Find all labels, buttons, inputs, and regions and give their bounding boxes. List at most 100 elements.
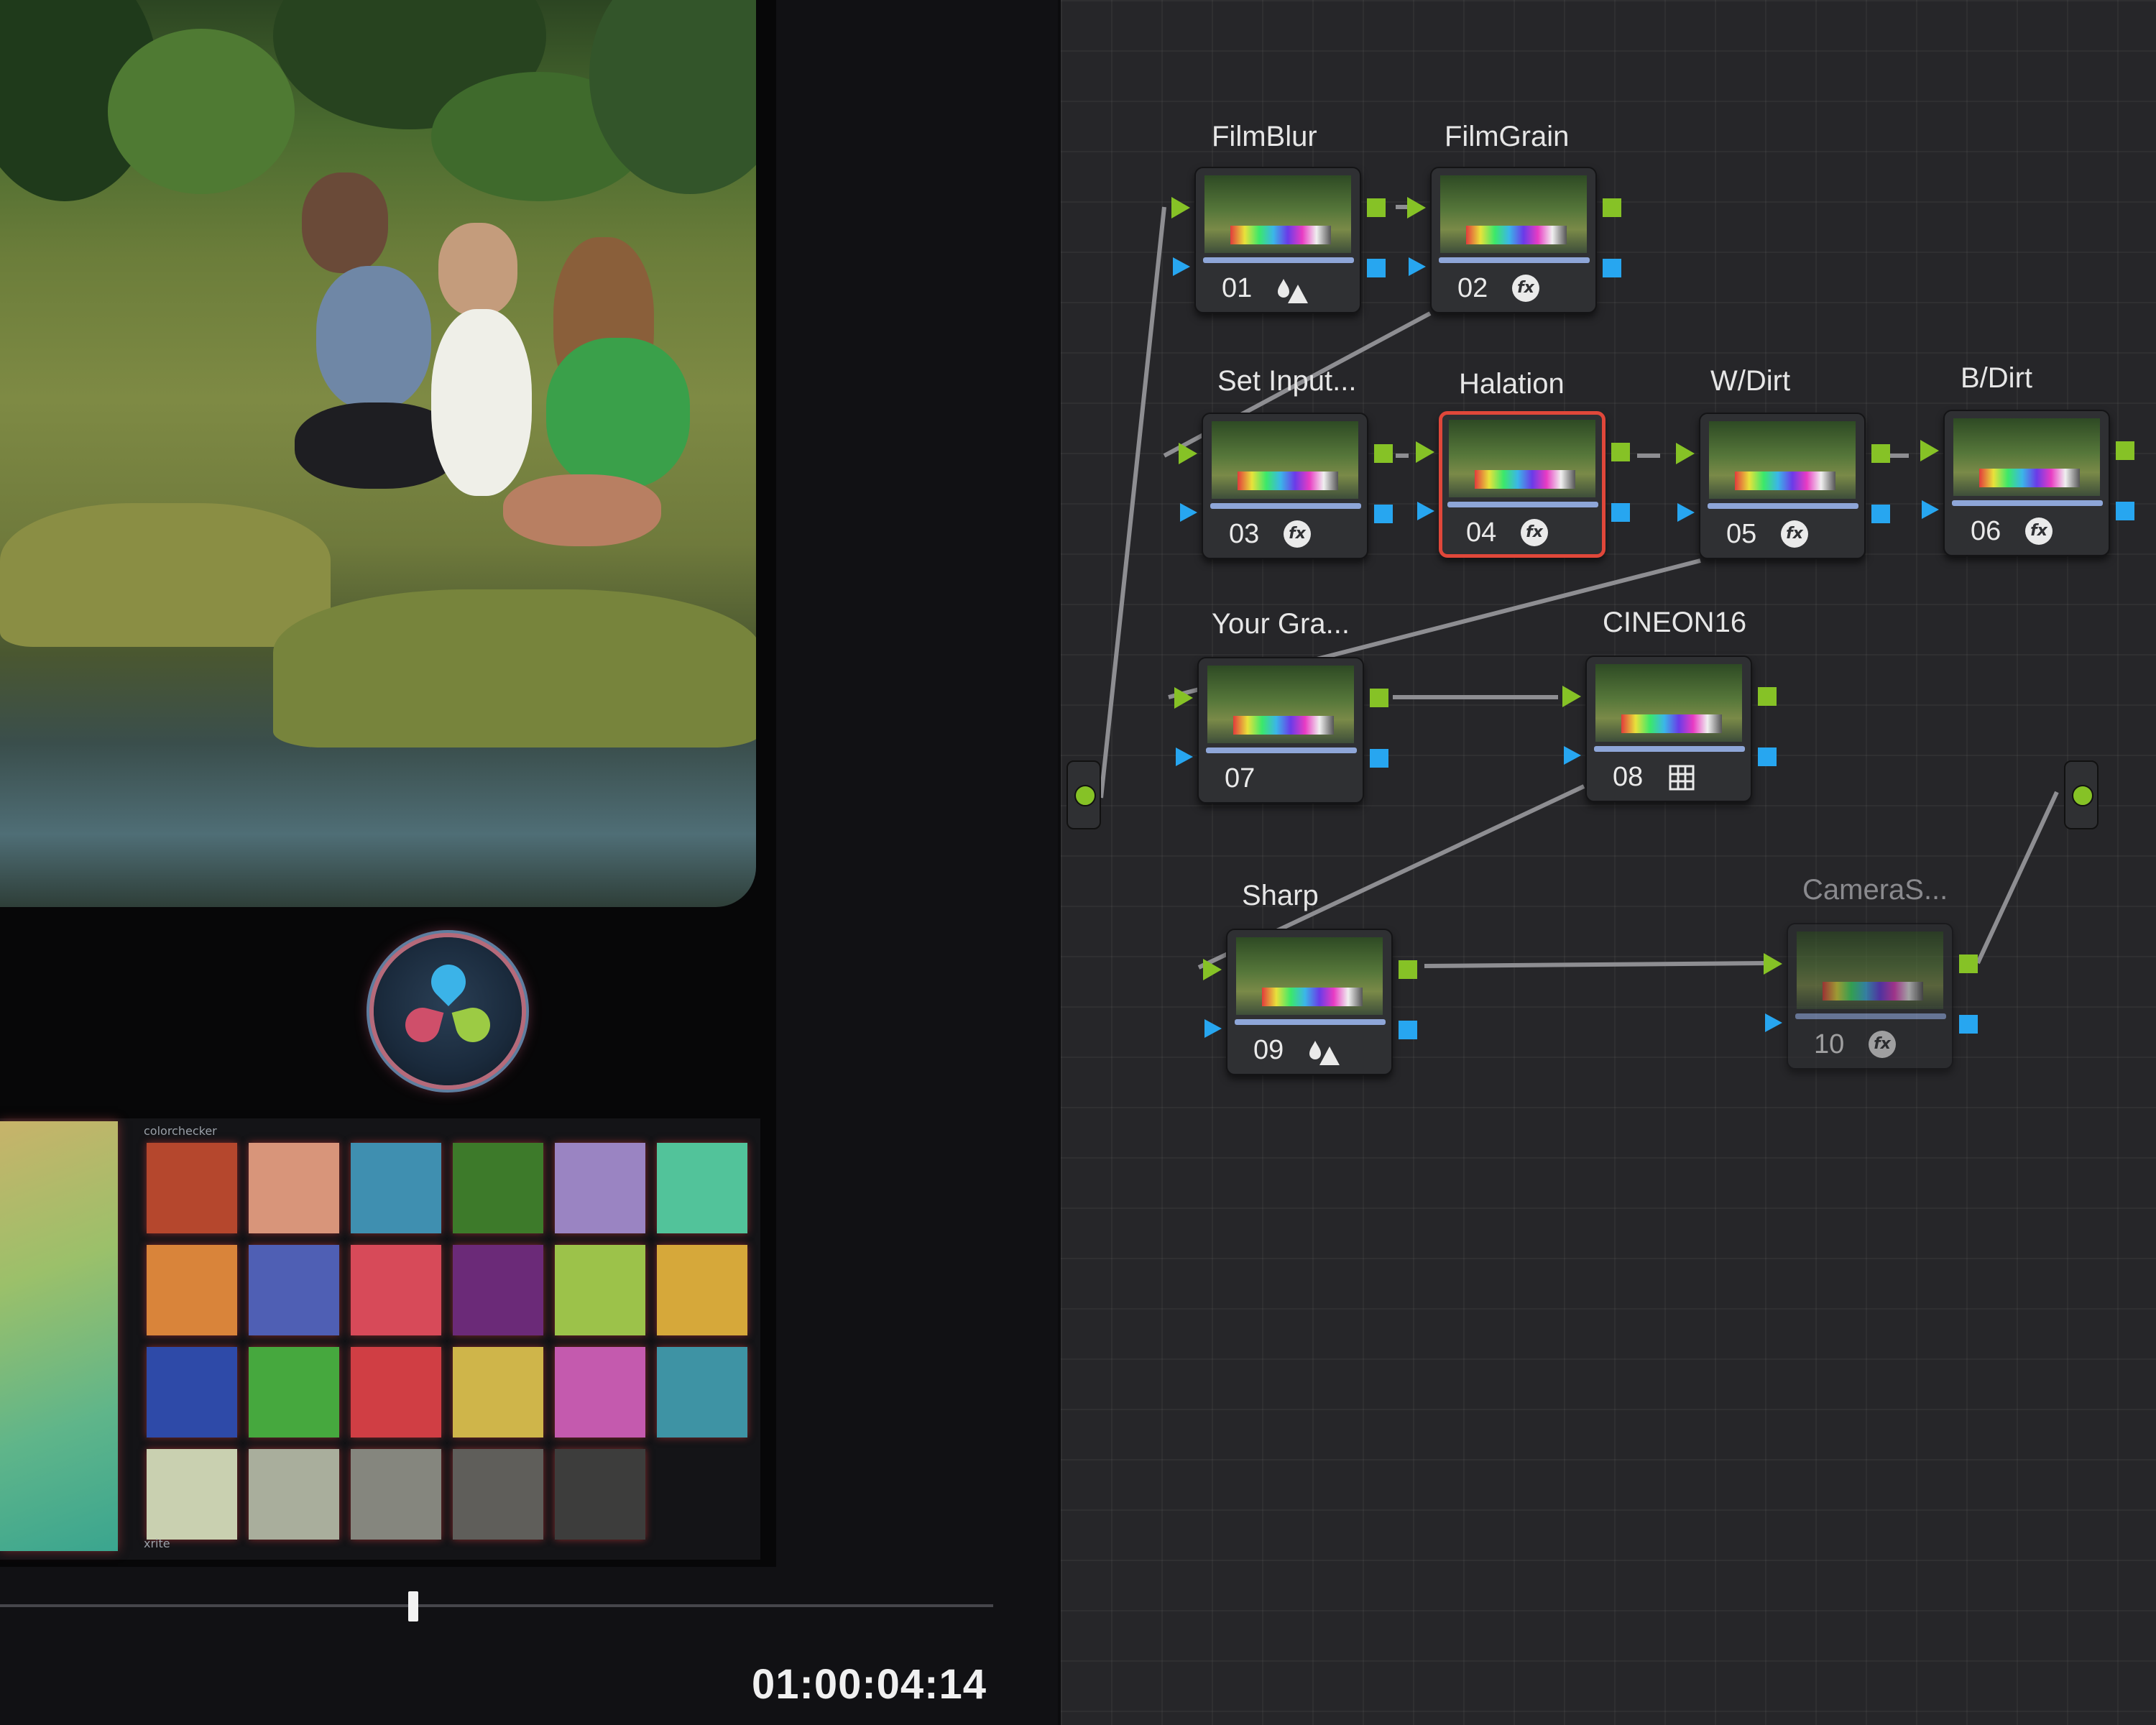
- node-label: Your Gra...: [1212, 608, 1350, 640]
- alpha-input-pin[interactable]: [1176, 748, 1193, 766]
- checker-swatch: [351, 1347, 441, 1438]
- node-05[interactable]: 05 fx: [1699, 413, 1866, 559]
- alpha-output-pin[interactable]: [1367, 259, 1386, 277]
- rgb-input-pin[interactable]: [1171, 197, 1190, 218]
- rgb-output-pin[interactable]: [1603, 198, 1621, 217]
- alpha-output-pin[interactable]: [1399, 1021, 1417, 1039]
- checker-swatch: [147, 1347, 237, 1438]
- gradient-swatch: [0, 1121, 118, 1551]
- rgb-input-pin[interactable]: [1416, 441, 1434, 463]
- checker-swatch: [351, 1245, 441, 1335]
- alpha-input-pin[interactable]: [1765, 1013, 1782, 1032]
- alpha-input-pin[interactable]: [1922, 500, 1939, 519]
- alpha-output-pin[interactable]: [1871, 505, 1890, 523]
- node-thumbnail: [1212, 421, 1358, 499]
- alpha-output-pin[interactable]: [1758, 748, 1777, 766]
- node-03[interactable]: 03 fx: [1202, 413, 1368, 559]
- node-thumbnail: [1595, 664, 1742, 742]
- rgb-input-pin[interactable]: [1764, 953, 1782, 975]
- rgb-output-pin[interactable]: [1871, 444, 1890, 463]
- node-status-bar: [1594, 746, 1745, 752]
- node-10[interactable]: 10 fx: [1787, 923, 1953, 1070]
- rgb-input-pin[interactable]: [1407, 197, 1426, 218]
- alpha-input-pin[interactable]: [1173, 257, 1190, 276]
- node-number: 02: [1457, 273, 1488, 303]
- resolve-logo-icon: [374, 937, 522, 1085]
- node-label: Sharp: [1242, 880, 1319, 911]
- alpha-input-pin[interactable]: [1409, 257, 1426, 276]
- viewer-image: [0, 0, 756, 907]
- checker-swatch: [249, 1245, 339, 1335]
- rgb-output-pin[interactable]: [2116, 441, 2134, 460]
- rgb-input-pin[interactable]: [1179, 443, 1197, 464]
- fx-icon: fx: [2025, 518, 2055, 548]
- node-09[interactable]: 09: [1226, 929, 1393, 1075]
- node-status-bar: [1235, 1019, 1386, 1025]
- viewer-frame[interactable]: colorchecker xrite: [0, 0, 776, 1567]
- node-number: 03: [1229, 519, 1260, 549]
- checker-swatch: [351, 1143, 441, 1233]
- rgb-input-pin[interactable]: [1174, 687, 1193, 709]
- node-06[interactable]: 06 fx: [1943, 410, 2110, 556]
- node-number: 04: [1466, 518, 1497, 548]
- checker-swatch: [249, 1143, 339, 1233]
- node-number: 09: [1253, 1035, 1284, 1065]
- node-01[interactable]: 01: [1194, 167, 1361, 313]
- checker-swatch: [453, 1347, 543, 1438]
- node-label: CameraS...: [1802, 874, 1948, 906]
- node-thumbnail: [1709, 421, 1856, 499]
- alpha-output-pin[interactable]: [1603, 259, 1621, 277]
- rgb-input-pin[interactable]: [1920, 440, 1939, 461]
- node-status-bar: [1439, 257, 1590, 263]
- drops-triangle-icon: [1308, 1036, 1340, 1067]
- checker-swatch: [147, 1245, 237, 1335]
- node-status-bar: [1206, 748, 1357, 753]
- input-dot-icon[interactable]: [1074, 785, 1096, 806]
- node-input-connector[interactable]: [1067, 760, 1101, 829]
- rgb-output-pin[interactable]: [1758, 687, 1777, 706]
- node-status-bar: [1795, 1013, 1946, 1019]
- alpha-output-pin[interactable]: [1374, 505, 1393, 523]
- checker-swatch: [657, 1347, 747, 1438]
- node-label: Halation: [1459, 368, 1565, 400]
- rgb-output-pin[interactable]: [1367, 198, 1386, 217]
- checker-swatch: [555, 1245, 645, 1335]
- alpha-output-pin[interactable]: [1370, 749, 1388, 768]
- rgb-output-pin[interactable]: [1611, 443, 1630, 461]
- alpha-input-pin[interactable]: [1180, 503, 1197, 522]
- checker-swatch: [555, 1449, 645, 1540]
- rgb-output-pin[interactable]: [1399, 960, 1417, 979]
- checker-swatch: [657, 1143, 747, 1233]
- rgb-input-pin[interactable]: [1203, 959, 1222, 980]
- output-dot-icon[interactable]: [2072, 785, 2093, 806]
- node-number: 06: [1971, 516, 2001, 546]
- node-07[interactable]: 07: [1197, 657, 1364, 804]
- node-output-connector[interactable]: [2064, 760, 2099, 829]
- rgb-output-pin[interactable]: [1374, 444, 1393, 463]
- checker-swatch: [249, 1347, 339, 1438]
- node-08[interactable]: 08: [1585, 656, 1752, 802]
- alpha-output-pin[interactable]: [1959, 1015, 1978, 1034]
- alpha-input-pin[interactable]: [1677, 503, 1695, 522]
- checker-swatch: [453, 1245, 543, 1335]
- node-status-bar: [1210, 503, 1361, 509]
- alpha-input-pin[interactable]: [1564, 746, 1581, 765]
- node-02[interactable]: 02 fx: [1430, 167, 1597, 313]
- timeline-playhead[interactable]: [408, 1591, 418, 1622]
- alpha-output-pin[interactable]: [1611, 503, 1630, 522]
- node-04[interactable]: 04 fx: [1439, 411, 1606, 558]
- rgb-input-pin[interactable]: [1562, 686, 1581, 707]
- alpha-input-pin[interactable]: [1204, 1019, 1222, 1038]
- timecode-display: 01:00:04:14: [752, 1661, 987, 1708]
- node-number: 05: [1726, 519, 1757, 549]
- rgb-output-pin[interactable]: [1370, 689, 1388, 707]
- rgb-output-pin[interactable]: [1959, 954, 1978, 973]
- fx-icon: fx: [1512, 275, 1542, 305]
- fx-icon: fx: [1869, 1031, 1899, 1061]
- checker-swatch: [249, 1449, 339, 1540]
- alpha-output-pin[interactable]: [2116, 502, 2134, 520]
- node-number: 01: [1222, 273, 1253, 303]
- alpha-input-pin[interactable]: [1417, 502, 1434, 520]
- rgb-input-pin[interactable]: [1676, 443, 1695, 464]
- timeline-scrubber-track[interactable]: [0, 1604, 993, 1607]
